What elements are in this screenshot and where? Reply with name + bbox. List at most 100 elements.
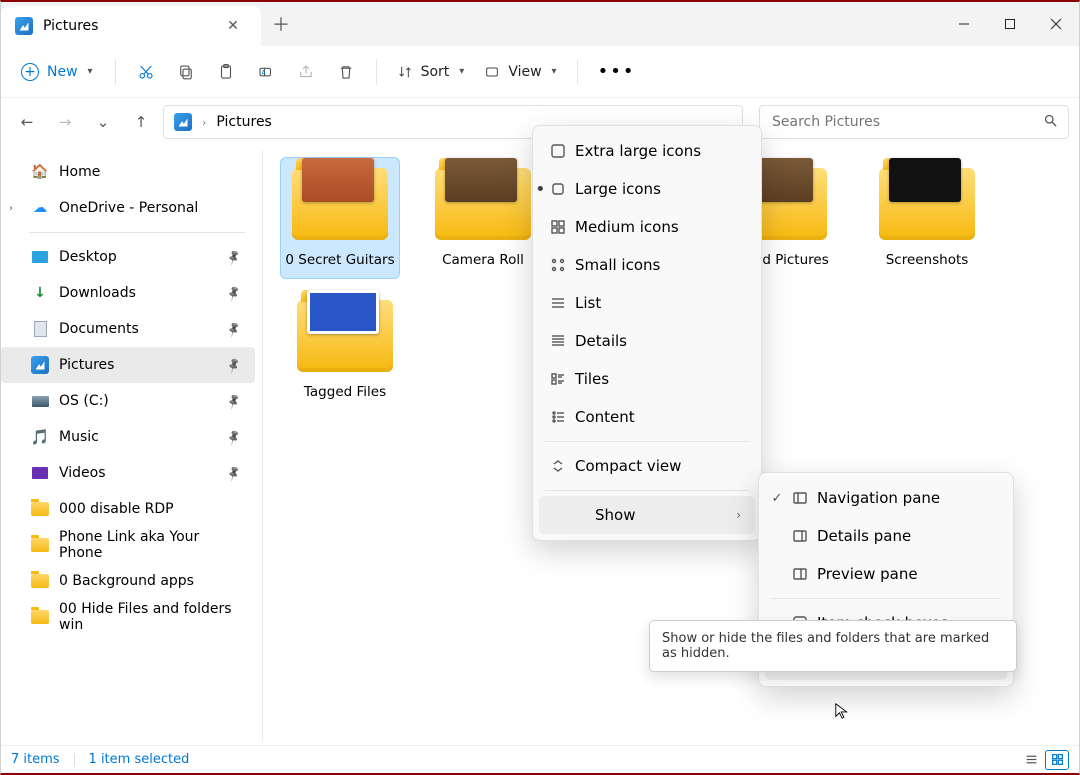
menu-item-list[interactable]: List xyxy=(539,284,755,322)
pictures-icon xyxy=(15,17,33,35)
tooltip: Show or hide the files and folders that … xyxy=(649,620,1017,672)
new-button[interactable]: + New ▾ xyxy=(9,57,105,87)
recent-locations-button[interactable]: ⌄ xyxy=(87,106,119,138)
paste-button[interactable] xyxy=(206,52,246,92)
menu-item-details-pane[interactable]: Details pane xyxy=(765,517,1007,555)
folder-icon xyxy=(31,572,49,590)
chevron-right-icon: › xyxy=(736,508,741,522)
menu-item-content[interactable]: Content xyxy=(539,398,755,436)
menu-item-large-icons[interactable]: • Large icons xyxy=(539,170,755,208)
up-button[interactable]: ↑ xyxy=(125,106,157,138)
folder-item[interactable]: Tagged Files xyxy=(285,296,405,400)
medium-icons-icon xyxy=(549,219,567,235)
view-button[interactable]: View ▾ xyxy=(474,58,566,86)
toolbar: + New ▾ A Sort ▾ View ▾ ••• xyxy=(1,46,1079,98)
check-icon: ✓ xyxy=(769,491,785,506)
large-icons-icon xyxy=(549,181,567,197)
menu-item-compact-view[interactable]: Compact view xyxy=(539,447,755,485)
details-icon xyxy=(549,333,567,349)
menu-item-show[interactable]: Show › xyxy=(539,496,755,534)
menu-item-small-icons[interactable]: Small icons xyxy=(539,246,755,284)
sidebar-item-documents[interactable]: Documents xyxy=(1,311,255,347)
view-icon xyxy=(484,64,500,80)
tiles-icon xyxy=(549,371,567,387)
folder-item[interactable]: Screenshots xyxy=(867,164,987,268)
sidebar-item-os-c-[interactable]: OS (C:) xyxy=(1,383,255,419)
menu-item-extra-large-icons[interactable]: Extra large icons xyxy=(539,132,755,170)
close-button[interactable] xyxy=(1033,2,1079,46)
chevron-down-icon: ▾ xyxy=(459,66,464,77)
cut-button[interactable] xyxy=(126,52,166,92)
sidebar-item-000-disable-rdp[interactable]: 000 disable RDP xyxy=(1,491,255,527)
sidebar-item-0-background-apps[interactable]: 0 Background apps xyxy=(1,563,255,599)
new-tab-button[interactable]: ＋ xyxy=(261,2,301,46)
copy-button[interactable] xyxy=(166,52,206,92)
titlebar: Pictures ✕ ＋ xyxy=(1,2,1079,46)
delete-button[interactable] xyxy=(326,52,366,92)
menu-item-tiles[interactable]: Tiles xyxy=(539,360,755,398)
menu-item-preview-pane[interactable]: Preview pane xyxy=(765,555,1007,593)
tab-pictures[interactable]: Pictures ✕ xyxy=(1,6,261,46)
view-label: View xyxy=(508,64,541,80)
menu-item-medium-icons[interactable]: Medium icons xyxy=(539,208,755,246)
sidebar-item-home[interactable]: 🏠 Home xyxy=(1,154,255,190)
extra-large-icons-icon xyxy=(549,143,567,159)
folder-icon xyxy=(31,248,49,266)
list-icon xyxy=(549,295,567,311)
back-button[interactable]: ← xyxy=(11,106,43,138)
item-label: Screenshots xyxy=(886,252,969,268)
view-switcher xyxy=(1019,750,1069,770)
menu-item-navigation-pane[interactable]: ✓ Navigation pane xyxy=(765,479,1007,517)
folder-icon xyxy=(31,392,49,410)
folder-icon xyxy=(31,608,49,626)
breadcrumb[interactable]: Pictures xyxy=(216,114,271,130)
maximize-button[interactable] xyxy=(987,2,1033,46)
item-label: Tagged Files xyxy=(304,384,386,400)
folder-icon xyxy=(31,464,49,482)
folder-icon xyxy=(31,356,49,374)
search-box[interactable] xyxy=(759,105,1069,139)
large-icons-view-button[interactable] xyxy=(1045,750,1069,770)
search-input[interactable] xyxy=(770,113,1035,131)
pictures-icon xyxy=(174,113,192,131)
chevron-down-icon: ▾ xyxy=(552,66,557,77)
tab-title: Pictures xyxy=(43,18,98,34)
view-menu: Extra large icons • Large icons Medium i… xyxy=(532,125,762,541)
details-pane-icon xyxy=(791,528,809,544)
folder-icon xyxy=(433,164,533,244)
sidebar-item-onedrive[interactable]: › ☁ OneDrive - Personal xyxy=(1,190,255,226)
sidebar-item-music[interactable]: 🎵Music xyxy=(1,419,255,455)
sidebar-item-desktop[interactable]: Desktop xyxy=(1,239,255,275)
folder-item[interactable]: Camera Roll xyxy=(423,164,543,268)
sort-button[interactable]: Sort ▾ xyxy=(387,58,475,86)
status-bar: 7 items 1 item selected xyxy=(1,745,1079,773)
rename-button[interactable]: A xyxy=(246,52,286,92)
navigation-pane[interactable]: 🏠 Home › ☁ OneDrive - Personal Desktop↓D… xyxy=(1,146,263,745)
navigation-pane-icon xyxy=(791,490,809,506)
preview-pane-icon xyxy=(791,566,809,582)
tab-close-button[interactable]: ✕ xyxy=(221,14,245,38)
folder-item[interactable]: 0 Secret Guitars xyxy=(280,157,400,279)
folder-icon xyxy=(295,296,395,376)
item-label: 0 Secret Guitars xyxy=(285,252,394,268)
folder-icon xyxy=(290,164,390,244)
details-view-button[interactable] xyxy=(1019,750,1043,770)
sidebar-item-00-hide-files-and-folders-win[interactable]: 00 Hide Files and folders win xyxy=(1,599,255,635)
sidebar-item-pictures[interactable]: Pictures xyxy=(1,347,255,383)
forward-button[interactable]: → xyxy=(49,106,81,138)
search-icon[interactable] xyxy=(1043,113,1058,132)
sidebar-item-phone-link-aka-your-phone[interactable]: Phone Link aka Your Phone xyxy=(1,527,255,563)
folder-icon: 🎵 xyxy=(31,428,49,446)
home-icon: 🏠 xyxy=(31,163,49,181)
onedrive-icon: ☁ xyxy=(31,199,49,217)
new-label: New xyxy=(47,64,78,80)
sidebar-item-downloads[interactable]: ↓Downloads xyxy=(1,275,255,311)
minimize-button[interactable] xyxy=(941,2,987,46)
share-button[interactable] xyxy=(286,52,326,92)
chevron-right-icon: › xyxy=(202,116,206,129)
chevron-right-icon[interactable]: › xyxy=(9,203,13,214)
more-button[interactable]: ••• xyxy=(588,61,646,82)
sidebar-item-videos[interactable]: Videos xyxy=(1,455,255,491)
menu-item-details[interactable]: Details xyxy=(539,322,755,360)
chevron-down-icon: ▾ xyxy=(88,66,93,77)
